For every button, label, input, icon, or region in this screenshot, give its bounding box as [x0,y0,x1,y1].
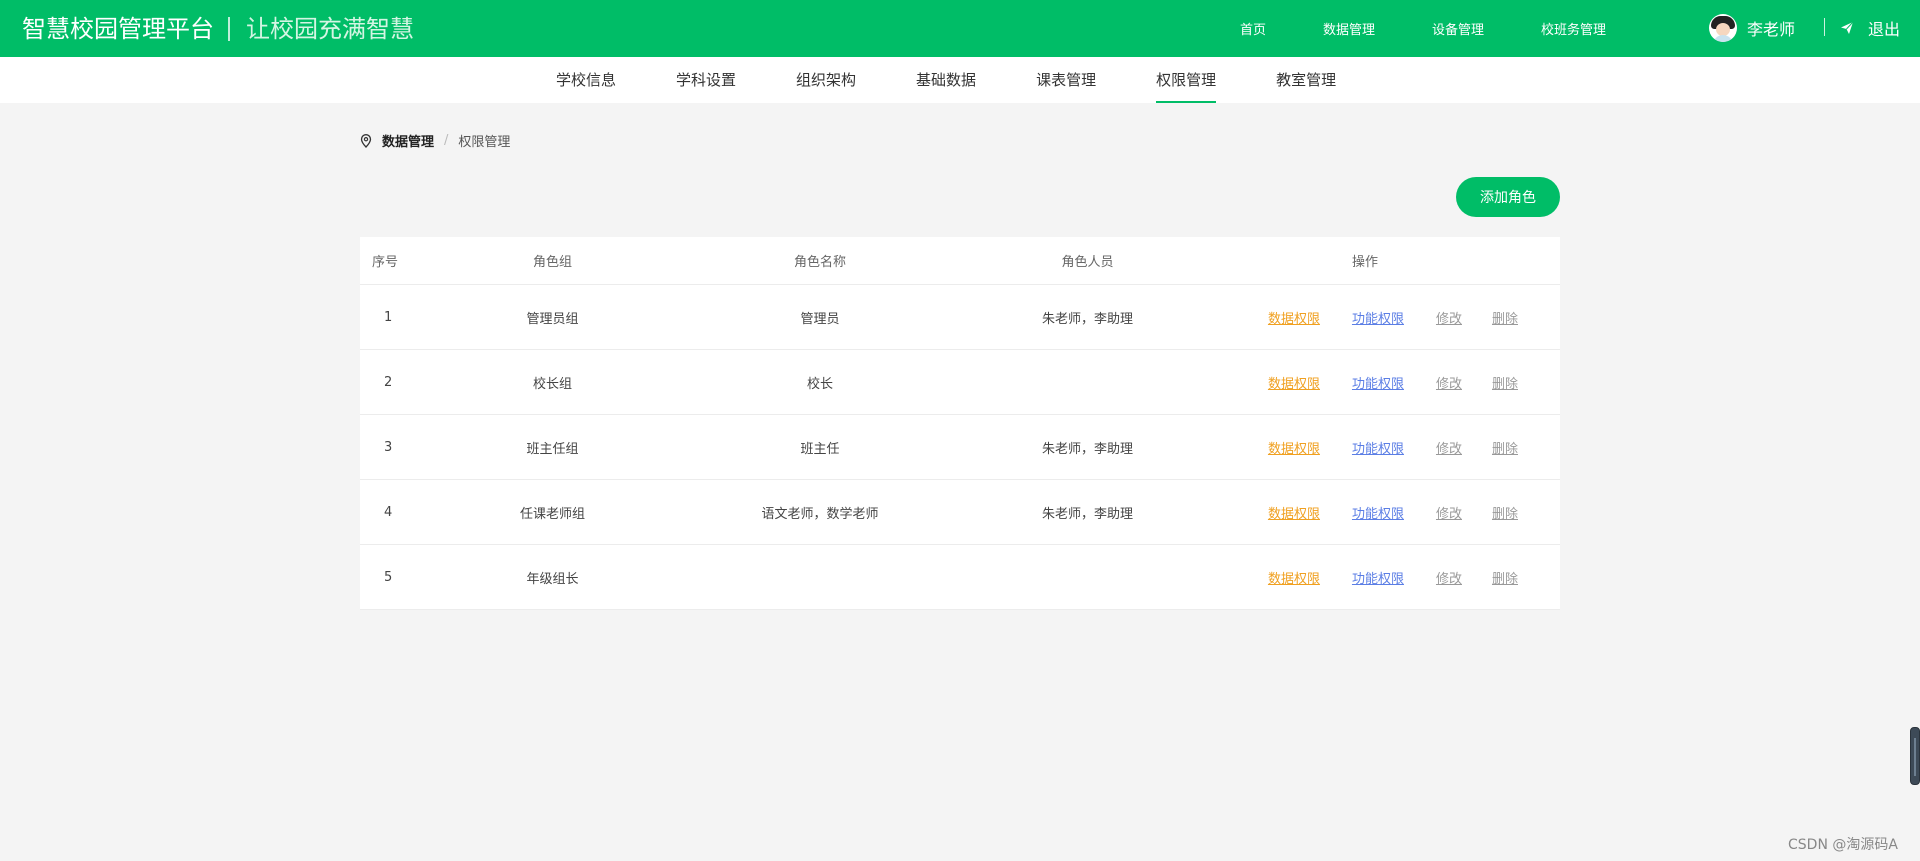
cell-role-people: 朱老师，李助理 [1041,441,1133,457]
header-index: 序号 [372,255,399,270]
delete-link[interactable]: 删除 [1492,373,1518,392]
edit-link[interactable]: 修改 [1436,308,1462,327]
tab-organization[interactable]: 组织架构 [796,57,856,103]
cell-operations: 数据权限 功能权限 修改 删除 [1170,308,1560,327]
brand: 智慧校园管理平台 让校园充满智慧 [22,13,414,45]
function-permission-link[interactable]: 功能权限 [1352,373,1404,392]
tab-subject-settings[interactable]: 学科设置 [676,57,736,103]
add-role-button[interactable]: 添加角色 [1456,177,1560,217]
cell-index: 1 [384,309,393,325]
top-nav: 首页 数据管理 设备管理 校班务管理 [1240,0,1606,57]
roles-table: 序号 角色组 角色名称 角色人员 操作 1 管理员组 管理员 朱老师，李助理 数据权限功… [360,237,1560,610]
delete-link[interactable]: 删除 [1492,438,1518,457]
title-divider [228,17,230,41]
breadcrumb-current: 权限管理 [458,135,511,150]
edit-link[interactable]: 修改 [1436,373,1462,392]
cell-index: 5 [384,569,393,585]
sub-nav-tabs: 学校信息 学科设置 组织架构 基础数据 课表管理 权限管理 教室管理 [556,57,1396,103]
nav-data-management[interactable]: 数据管理 [1323,19,1375,38]
table-row: 5 年级组长 数据权限 功能权限 修改 删除 [360,545,1560,610]
send-icon [1841,21,1854,34]
cell-index: 4 [384,504,393,520]
nav-class-affairs[interactable]: 校班务管理 [1541,19,1606,38]
tab-basic-data[interactable]: 基础数据 [916,57,976,103]
breadcrumb: 数据管理 / 权限管理 [360,131,510,150]
cell-role-group: 任课老师组 [519,506,585,522]
table-header: 序号 角色组 角色名称 角色人员 操作 [360,237,1560,285]
logout-label: 退出 [1868,20,1901,39]
sub-nav: 学校信息 学科设置 组织架构 基础数据 课表管理 权限管理 教室管理 [0,57,1920,103]
cell-role-group: 班主任组 [526,441,579,457]
user-menu[interactable]: 李老师 [1709,12,1795,44]
breadcrumb-data-management[interactable]: 数据管理 [382,131,434,150]
header-role-name: 角色名称 [793,255,846,270]
table-row: 1 管理员组 管理员 朱老师，李助理 数据权限 功能权限 修改 删除 [360,285,1560,350]
header-role-people: 角色人员 [1061,255,1114,270]
function-permission-link[interactable]: 功能权限 [1352,308,1404,327]
edit-link[interactable]: 修改 [1436,438,1462,457]
function-permission-link[interactable]: 功能权限 [1352,438,1404,457]
cell-role-group: 管理员组 [526,311,579,327]
cell-index: 3 [384,439,393,455]
edit-link[interactable]: 修改 [1436,568,1462,587]
cell-operations: 数据权限 功能权限 修改 删除 [1170,568,1560,587]
data-permission-link[interactable]: 数据权限 [1268,438,1320,457]
header-divider [1824,18,1825,36]
cell-role-name: 管理员 [800,311,840,327]
avatar [1709,14,1737,42]
watermark: CSDN @淘源码A [1788,837,1898,853]
cell-role-name: 班主任 [800,441,840,457]
cell-operations: 数据权限 功能权限 修改 删除 [1170,438,1560,457]
table-row: 3 班主任组 班主任 朱老师，李助理 数据权限 功能权限 修改 删除 [360,415,1560,480]
cell-role-name: 语文老师，数学老师 [761,506,879,522]
cell-role-group: 年级组长 [526,571,579,587]
breadcrumb-separator: / [444,133,449,148]
delete-link[interactable]: 删除 [1492,503,1518,522]
app-slogan: 让校园充满智慧 [246,15,414,43]
header-role-group: 角色组 [532,255,572,270]
nav-device-management[interactable]: 设备管理 [1432,19,1484,38]
table-row: 2 校长组 校长 数据权限 功能权限 修改 删除 [360,350,1560,415]
nav-home[interactable]: 首页 [1240,19,1266,38]
cell-role-people: 朱老师，李助理 [1041,311,1133,327]
delete-link[interactable]: 删除 [1492,568,1518,587]
cell-operations: 数据权限 功能权限 修改 删除 [1170,373,1560,392]
cell-operations: 数据权限 功能权限 修改 删除 [1170,503,1560,522]
data-permission-link[interactable]: 数据权限 [1268,503,1320,522]
tab-permissions[interactable]: 权限管理 [1156,57,1217,103]
tab-school-info[interactable]: 学校信息 [556,57,616,103]
cell-role-name: 校长 [806,376,833,392]
logout-button[interactable]: 退出 [1840,12,1900,44]
cell-index: 2 [384,374,393,390]
data-permission-link[interactable]: 数据权限 [1268,308,1320,327]
delete-link[interactable]: 删除 [1492,308,1518,327]
user-name: 李老师 [1747,20,1796,39]
app-title: 智慧校园管理平台 [22,15,214,43]
table-row: 4 任课老师组 语文老师，数学老师 朱老师，李助理 数据权限 功能权限 修改 删除 [360,480,1560,545]
function-permission-link[interactable]: 功能权限 [1352,503,1404,522]
edit-link[interactable]: 修改 [1436,503,1462,522]
cell-role-people: 朱老师，李助理 [1041,506,1133,522]
top-bar: 智慧校园管理平台 让校园充满智慧 首页 数据管理 设备管理 校班务管理 李老师 退… [0,0,1920,57]
data-permission-link[interactable]: 数据权限 [1268,373,1320,392]
tab-classroom[interactable]: 教室管理 [1276,57,1336,103]
side-panel-handle[interactable] [1910,727,1920,785]
header-operations: 操作 [1351,255,1378,270]
data-permission-link[interactable]: 数据权限 [1268,568,1320,587]
location-icon [360,133,372,148]
function-permission-link[interactable]: 功能权限 [1352,568,1404,587]
tab-schedule[interactable]: 课表管理 [1036,57,1096,103]
cell-role-group: 校长组 [532,376,572,392]
